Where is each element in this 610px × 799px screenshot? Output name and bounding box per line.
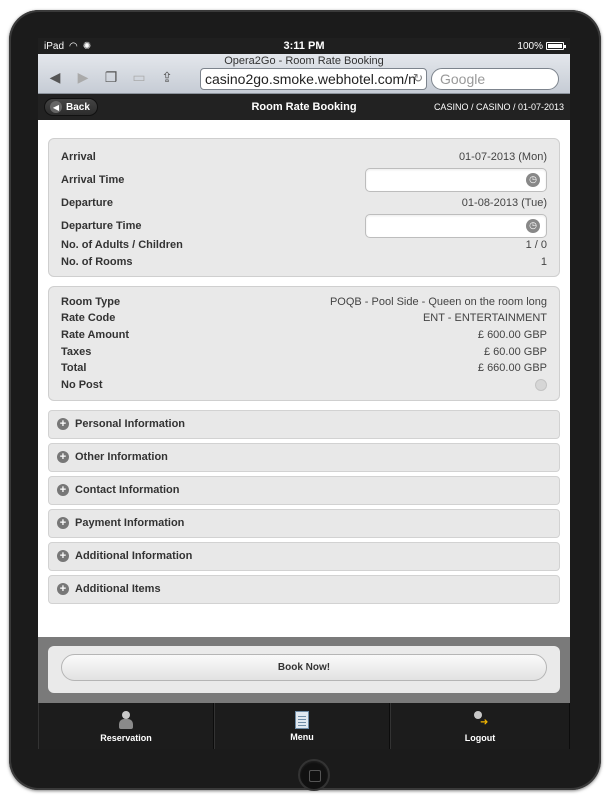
- section-label: Additional Information: [75, 550, 193, 562]
- section-other-information[interactable]: + Other Information: [48, 442, 560, 472]
- section-label: Contact Information: [75, 484, 180, 496]
- clock-icon[interactable]: ◷: [526, 172, 540, 187]
- nav-logout[interactable]: Logout: [390, 703, 570, 749]
- book-now-button[interactable]: Book Now!: [61, 654, 547, 681]
- main-content: Arrival 01-07-2013 (Mon) Arrival Time ◷ …: [38, 120, 570, 637]
- arrival-value: 01-07-2013 (Mon): [458, 150, 547, 163]
- section-personal-information[interactable]: + Personal Information: [48, 409, 560, 439]
- url-text: casino2go.smoke.webhotel.com/n: [205, 71, 416, 87]
- app-header: ◀ Back Room Rate Booking CASINO / CASINO…: [38, 94, 570, 120]
- search-field[interactable]: Google: [431, 68, 559, 90]
- section-label: Personal Information: [75, 418, 186, 430]
- arrival-label: Arrival: [61, 150, 96, 163]
- nav-label: Menu: [290, 731, 314, 742]
- rate-code-value: ENT - ENTERTAINMENT: [422, 312, 547, 325]
- total-label: Total: [61, 362, 87, 375]
- status-bar: iPad ◠ ✺ 3:11 PM 100%: [38, 38, 570, 54]
- room-type-value: POQB - Pool Side - Queen on the room lon…: [329, 295, 547, 308]
- browser-page-title: Opera2Go - Room Rate Booking: [224, 55, 384, 67]
- logout-icon: [471, 710, 489, 730]
- rate-details-panel: Room Type POQB - Pool Side - Queen on th…: [48, 286, 560, 401]
- plus-icon: +: [57, 517, 69, 529]
- section-payment-information[interactable]: + Payment Information: [48, 508, 560, 538]
- plus-icon: +: [57, 484, 69, 496]
- adults-children-value: 1 / 0: [525, 239, 547, 252]
- departure-label: Departure: [61, 196, 113, 209]
- nav-label: Logout: [464, 732, 496, 743]
- menu-icon: [295, 710, 309, 729]
- url-field[interactable]: casino2go.smoke.webhotel.com/n ↻: [200, 68, 427, 90]
- reload-icon[interactable]: ↻: [413, 71, 423, 85]
- tabs-icon[interactable]: ❐: [102, 69, 120, 86]
- taxes-label: Taxes: [61, 345, 92, 358]
- no-post-toggle[interactable]: [535, 379, 547, 392]
- section-label: Other Information: [75, 451, 168, 463]
- arrival-time-label: Arrival Time: [61, 173, 125, 186]
- rate-amount-value: £ 600.00 GBP: [477, 329, 547, 342]
- plus-icon: +: [57, 451, 69, 463]
- browser-toolbar: Opera2Go - Room Rate Booking ◀ ▶ ❐ ▭ ⇪ c…: [38, 54, 570, 94]
- screen: iPad ◠ ✺ 3:11 PM 100% Opera2Go - Room Ra…: [38, 38, 570, 749]
- adults-children-label: No. of Adults / Children: [61, 239, 183, 252]
- taxes-value: £ 60.00 GBP: [484, 345, 547, 358]
- forward-arrow-icon[interactable]: ▶: [74, 69, 92, 86]
- rate-code-label: Rate Code: [61, 312, 116, 325]
- share-icon[interactable]: ⇪: [158, 69, 176, 86]
- no-post-label: No Post: [61, 379, 103, 392]
- bottom-navbar: Reservation Menu Logout: [38, 703, 570, 749]
- nav-label: Reservation: [100, 732, 152, 743]
- stay-details-panel: Arrival 01-07-2013 (Mon) Arrival Time ◷ …: [48, 138, 560, 278]
- total-value: £ 660.00 GBP: [477, 362, 547, 375]
- nav-reservation[interactable]: Reservation: [38, 703, 214, 749]
- departure-time-label: Departure Time: [61, 219, 142, 232]
- home-button[interactable]: [298, 759, 330, 791]
- reservation-icon: [117, 710, 135, 730]
- section-additional-items[interactable]: + Additional Items: [48, 574, 560, 604]
- rooms-value: 1: [540, 256, 547, 269]
- breadcrumb: CASINO / CASINO / 01-07-2013: [433, 102, 564, 112]
- bookmarks-icon[interactable]: ▭: [130, 69, 148, 86]
- section-label: Payment Information: [75, 517, 185, 529]
- nav-menu[interactable]: Menu: [214, 703, 390, 749]
- departure-time-input[interactable]: ◷: [365, 213, 547, 238]
- status-time: 3:11 PM: [283, 40, 325, 52]
- arrival-time-input[interactable]: ◷: [365, 167, 547, 192]
- section-additional-information[interactable]: + Additional Information: [48, 541, 560, 571]
- plus-icon: +: [57, 550, 69, 562]
- departure-value: 01-08-2013 (Tue): [461, 196, 547, 209]
- battery-icon: [546, 42, 566, 50]
- room-type-label: Room Type: [61, 295, 121, 308]
- back-arrow-icon[interactable]: ◀: [46, 69, 64, 86]
- plus-icon: +: [57, 583, 69, 595]
- footer-area: Book Now!: [38, 637, 570, 703]
- footer-panel: Book Now!: [48, 646, 560, 693]
- plus-icon: +: [57, 418, 69, 430]
- section-contact-information[interactable]: + Contact Information: [48, 475, 560, 505]
- rooms-label: No. of Rooms: [61, 256, 133, 269]
- rate-amount-label: Rate Amount: [61, 329, 130, 342]
- clock-icon[interactable]: ◷: [526, 218, 540, 233]
- section-label: Additional Items: [75, 583, 161, 595]
